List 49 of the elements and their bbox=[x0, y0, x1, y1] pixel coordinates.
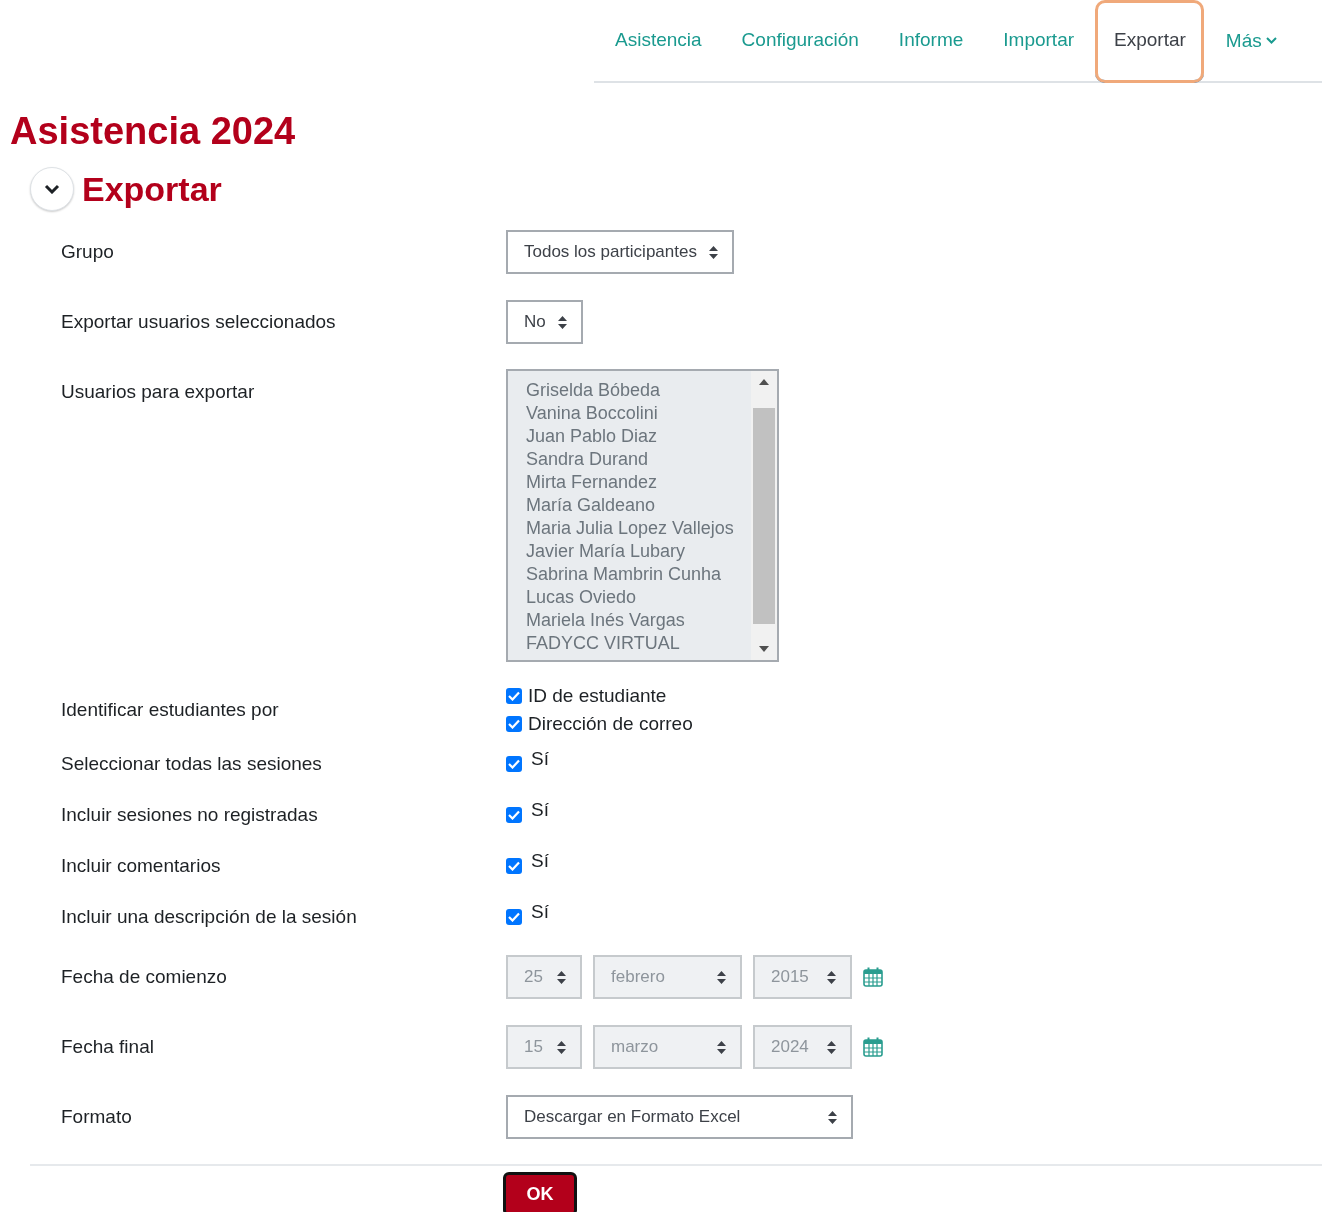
nav-tab[interactable]: Asistencia bbox=[596, 0, 720, 83]
sort-icon bbox=[557, 1040, 566, 1054]
checkbox[interactable] bbox=[506, 688, 522, 704]
sort-icon bbox=[828, 1110, 837, 1124]
chevron-down-icon bbox=[44, 184, 60, 194]
field-label: Usuarios para exportar bbox=[61, 380, 256, 403]
field-label: Incluir sesiones no registradas bbox=[61, 803, 319, 826]
checkbox-label: Sí bbox=[531, 747, 549, 770]
sort-icon bbox=[717, 1040, 726, 1054]
checkbox[interactable] bbox=[506, 806, 522, 823]
field-label: Seleccionar todas las sesiones bbox=[61, 752, 323, 775]
field-label: Incluir una descripción de la sesión bbox=[61, 905, 358, 928]
calendar-icon[interactable] bbox=[863, 967, 883, 987]
select-field[interactable]: Descargar en Formato Excel bbox=[506, 1095, 853, 1139]
nav-tab[interactable]: Exportar bbox=[1095, 0, 1204, 83]
collapse-button[interactable] bbox=[30, 167, 74, 211]
section-heading: Exportar bbox=[82, 169, 222, 209]
checkbox-label: Sí bbox=[531, 849, 549, 872]
sort-icon bbox=[827, 970, 836, 984]
checkbox-label: Dirección de correo bbox=[528, 713, 693, 735]
field-label: Fecha final bbox=[61, 1036, 155, 1058]
chevron-down-icon bbox=[1265, 37, 1277, 44]
checkbox-label: ID de estudiante bbox=[528, 685, 667, 707]
more-menu[interactable]: Más bbox=[1206, 0, 1285, 81]
select-field[interactable]: Todos los participantes bbox=[506, 230, 734, 274]
nav-tab[interactable]: Configuración bbox=[722, 0, 877, 83]
checkbox[interactable] bbox=[506, 908, 522, 925]
field-label: Grupo bbox=[61, 241, 115, 263]
field-label: Identificar estudiantes por bbox=[61, 699, 280, 721]
checkbox[interactable] bbox=[506, 857, 522, 874]
sort-icon bbox=[717, 970, 726, 984]
field-label: Exportar usuarios seleccionados bbox=[61, 311, 337, 333]
select-field[interactable]: No bbox=[506, 300, 583, 344]
ok-button[interactable]: OK bbox=[503, 1172, 577, 1212]
checkbox-label: Sí bbox=[531, 798, 549, 821]
nav-tab[interactable]: Importar bbox=[984, 0, 1093, 83]
field-label: Formato bbox=[61, 1106, 133, 1128]
checkbox[interactable] bbox=[506, 716, 522, 732]
field-label: Incluir comentarios bbox=[61, 854, 222, 877]
calendar-icon[interactable] bbox=[863, 1037, 883, 1057]
checkbox[interactable] bbox=[506, 755, 522, 772]
sort-icon bbox=[557, 970, 566, 984]
sort-icon bbox=[557, 315, 567, 329]
sort-icon bbox=[708, 245, 718, 259]
field-label: Fecha de comienzo bbox=[61, 966, 228, 988]
nav-tab[interactable]: Informe bbox=[879, 0, 982, 83]
sort-icon bbox=[827, 1040, 836, 1054]
page-title: Asistencia 2024 bbox=[10, 109, 297, 154]
checkbox-label: Sí bbox=[531, 900, 549, 923]
